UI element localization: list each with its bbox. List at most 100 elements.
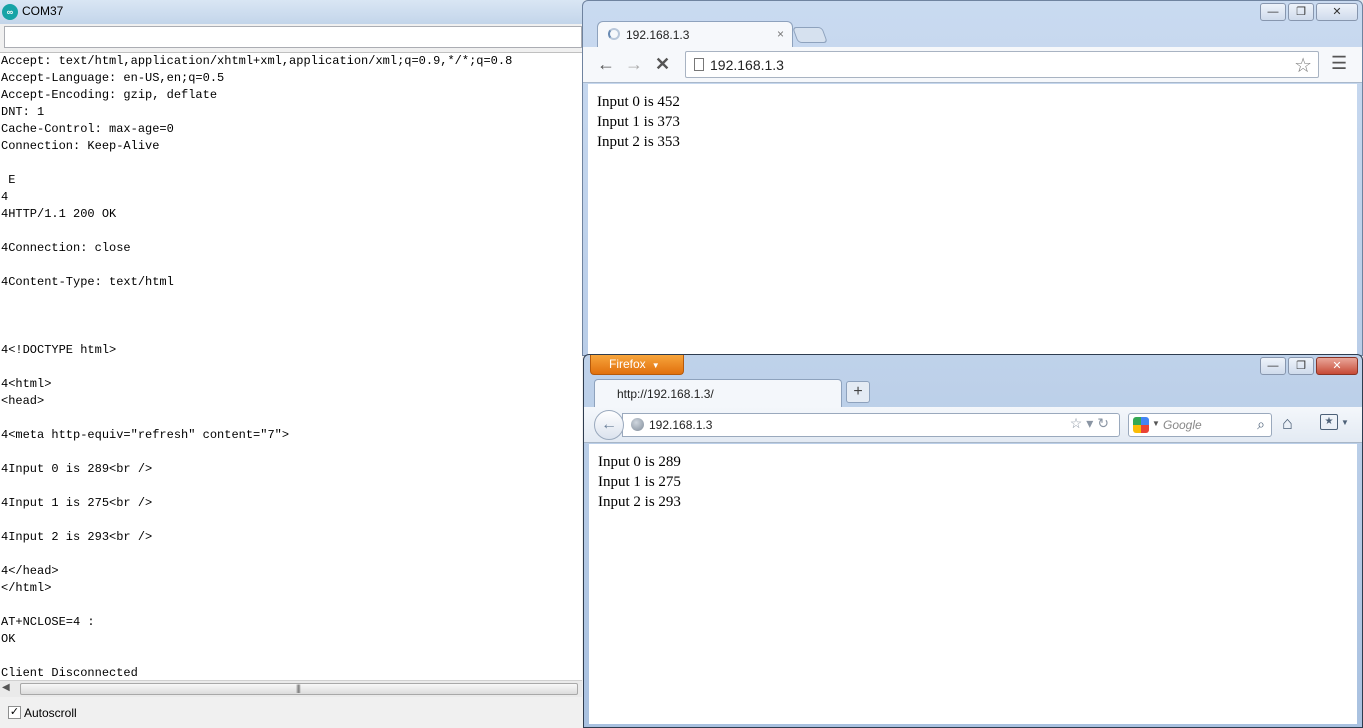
serial-output-line: 4Content-Type: text/html xyxy=(1,275,174,289)
serial-output-line: Cache-Control: max-age=0 xyxy=(1,122,174,136)
serial-output-line: Accept: text/html,application/xhtml+xml,… xyxy=(1,54,513,68)
stop-loading-icon[interactable]: ✕ xyxy=(655,54,670,74)
firefox-window: Firefox ▼ — ❐ ✕ http://192.168.1.3/ + 192… xyxy=(583,354,1363,728)
chrome-tab[interactable]: 192.168.1.3 × xyxy=(597,21,793,47)
chrome-input-line-2: Input 2 is 353 xyxy=(597,134,680,150)
bookmark-star-icon[interactable]: ☆ xyxy=(1294,53,1312,78)
firefox-menu-label: Firefox xyxy=(609,357,646,371)
firefox-tab-title: http://192.168.1.3/ xyxy=(617,387,714,401)
chrome-menu-icon[interactable]: ☰ xyxy=(1331,53,1347,74)
bookmarks-icon[interactable]: ★ xyxy=(1320,414,1338,430)
chrome-omnibox[interactable]: 192.168.1.3 ☆ xyxy=(685,51,1319,78)
firefox-input-line-0: Input 0 is 289 xyxy=(598,454,681,470)
desktop: ∞ COM37 Accept: text/html,application/xh… xyxy=(0,0,1363,728)
chrome-toolbar: ← → ✕ 192.168.1.3 ☆ ☰ xyxy=(583,47,1362,83)
firefox-tab[interactable]: http://192.168.1.3/ xyxy=(594,379,842,407)
serial-output-line xyxy=(0,597,582,614)
firefox-window-controls: — ❐ ✕ xyxy=(1258,357,1358,375)
firefox-input-line-1: Input 1 is 275 xyxy=(598,474,681,490)
forward-arrow-icon[interactable]: → xyxy=(625,54,643,74)
firefox-url-bar[interactable]: 192.168.1.3 ☆▾↻ xyxy=(622,413,1120,437)
serial-output-line: Accept-Encoding: gzip, deflate xyxy=(1,88,218,102)
minimize-button[interactable]: — xyxy=(1260,357,1286,375)
search-icon[interactable]: ⌕ xyxy=(1257,416,1265,433)
serial-footer: ✓ Autoscroll xyxy=(0,700,584,728)
firefox-navbar: 192.168.1.3 ☆▾↻ ← ▼ Google ⌕ ⌂ ★ ▼ xyxy=(584,407,1362,443)
serial-output-line: </html> xyxy=(1,581,52,595)
search-placeholder: Google xyxy=(1163,418,1202,432)
home-icon[interactable]: ⌂ xyxy=(1282,413,1293,434)
serial-output-line xyxy=(0,308,582,325)
autoscroll-label: Autoscroll xyxy=(24,706,77,720)
serial-output-area[interactable]: Accept: text/html,application/xhtml+xml,… xyxy=(0,52,582,680)
close-button[interactable]: ✕ xyxy=(1316,3,1358,21)
serial-output-line: OK xyxy=(1,632,16,646)
chrome-tab-title: 192.168.1.3 xyxy=(626,28,690,42)
serial-output-line xyxy=(0,155,582,172)
serial-output-line xyxy=(0,291,582,308)
serial-output-line: 4</head> xyxy=(1,564,59,578)
serial-title-bar[interactable]: ∞ COM37 xyxy=(0,0,584,24)
chrome-window-controls: — ❐ ✕ xyxy=(1258,3,1358,21)
back-arrow-icon[interactable]: ← xyxy=(594,410,624,440)
serial-output-line: 4Input 1 is 275<br /> xyxy=(1,496,153,510)
serial-output-line xyxy=(0,223,582,240)
serial-horizontal-scrollbar[interactable]: ◀ ||| xyxy=(0,680,582,697)
serial-output-line: 4Input 0 is 289<br /> xyxy=(1,462,153,476)
serial-output-line: 4Connection: close xyxy=(1,241,131,255)
maximize-button[interactable]: ❐ xyxy=(1288,357,1314,375)
serial-output-line: Client Disconnected xyxy=(1,666,138,680)
tab-close-icon[interactable]: × xyxy=(777,27,784,41)
serial-window-title: COM37 xyxy=(22,4,64,18)
maximize-button[interactable]: ❐ xyxy=(1288,3,1314,21)
google-icon[interactable] xyxy=(1133,417,1149,433)
chrome-url-text: 192.168.1.3 xyxy=(710,57,784,73)
serial-output-line: DNT: 1 xyxy=(1,105,45,119)
serial-output-line xyxy=(0,444,582,461)
autoscroll-checkbox[interactable]: ✓ xyxy=(8,706,21,719)
firefox-url-text: 192.168.1.3 xyxy=(649,418,713,432)
search-engine-dropdown-icon[interactable]: ▼ xyxy=(1152,419,1160,428)
urlbar-actions-icon[interactable]: ☆▾↻ xyxy=(1070,415,1113,432)
new-tab-button[interactable] xyxy=(792,27,828,43)
serial-output-line xyxy=(0,325,582,342)
firefox-page-content: Input 0 is 289 Input 1 is 275 Input 2 is… xyxy=(589,444,1357,724)
chrome-window: — ❐ ✕ 192.168.1.3 × ← → ✕ 192.168.1.3 ☆ … xyxy=(582,0,1363,356)
serial-output-line: 4 xyxy=(1,190,9,204)
close-button[interactable]: ✕ xyxy=(1316,357,1358,375)
serial-output-line: Accept-Language: en-US,en;q=0.5 xyxy=(1,71,225,85)
serial-output-line xyxy=(0,359,582,376)
serial-output-line xyxy=(0,478,582,495)
serial-output-line: AT+NCLOSE=4 : xyxy=(1,615,95,629)
bookmarks-dropdown-icon[interactable]: ▼ xyxy=(1341,418,1349,427)
arduino-icon: ∞ xyxy=(2,4,18,20)
dropdown-arrow-icon: ▼ xyxy=(651,361,660,370)
serial-output-line: 4Input 2 is 293<br /> xyxy=(1,530,153,544)
chrome-input-line-0: Input 0 is 452 xyxy=(597,94,680,110)
serial-output-line: E xyxy=(1,173,16,187)
serial-output-line: 4HTTP/1.1 200 OK xyxy=(1,207,117,221)
serial-output-line: Connection: Keep-Alive xyxy=(1,139,160,153)
minimize-button[interactable]: — xyxy=(1260,3,1286,21)
serial-output-line xyxy=(0,546,582,563)
serial-output-line xyxy=(0,512,582,529)
scroll-left-icon[interactable]: ◀ xyxy=(2,682,10,693)
serial-output-line xyxy=(0,257,582,274)
serial-output-line: 4<meta http-equiv="refresh" content="7"> xyxy=(1,428,290,442)
chrome-input-line-1: Input 1 is 373 xyxy=(597,114,680,130)
serial-output-line xyxy=(0,648,582,665)
back-arrow-icon[interactable]: ← xyxy=(597,54,615,74)
scrollbar-thumb[interactable]: ||| xyxy=(20,683,578,695)
serial-monitor-window: ∞ COM37 Accept: text/html,application/xh… xyxy=(0,0,584,728)
firefox-search-bar[interactable]: ▼ Google ⌕ xyxy=(1128,413,1272,437)
firefox-menu-button[interactable]: Firefox ▼ xyxy=(590,355,684,375)
serial-send-input[interactable] xyxy=(4,26,582,48)
serial-output-line: <head> xyxy=(1,394,45,408)
grip-icon: ||| xyxy=(296,683,301,693)
chrome-page-content: Input 0 is 452 Input 1 is 373 Input 2 is… xyxy=(588,84,1357,356)
serial-output-line xyxy=(0,410,582,427)
new-tab-button[interactable]: + xyxy=(846,381,870,403)
page-icon xyxy=(694,58,704,71)
serial-output-line: 4<!DOCTYPE html> xyxy=(1,343,117,357)
serial-output-line: 4<html> xyxy=(1,377,52,391)
